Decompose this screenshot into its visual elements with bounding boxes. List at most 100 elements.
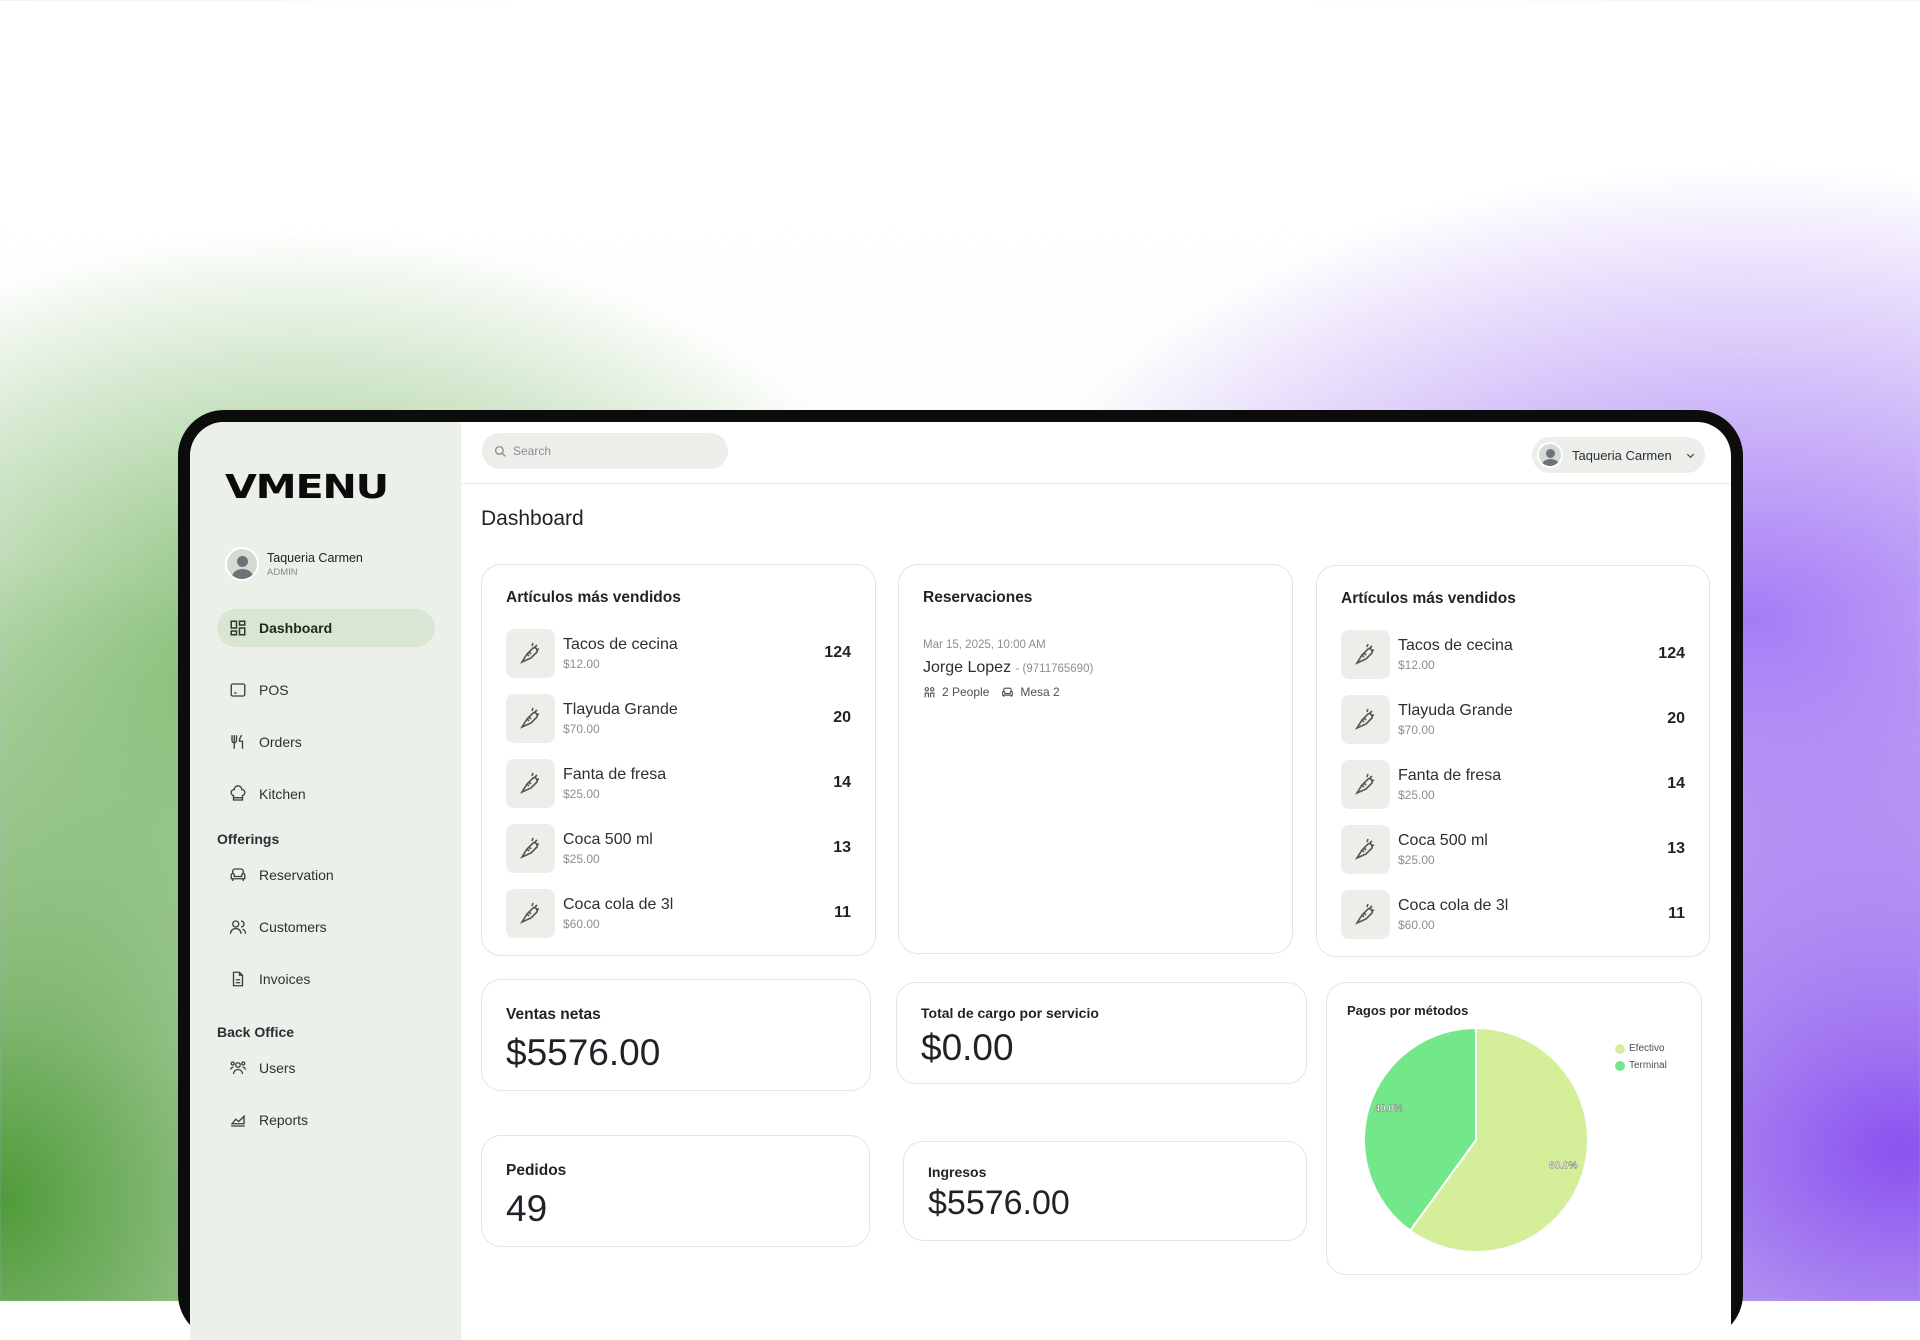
item-name: Tacos de cecina <box>563 635 678 653</box>
sidebar-item-label: Dashboard <box>259 620 333 636</box>
list-item[interactable]: Coca 500 ml $25.00 13 <box>506 822 851 874</box>
legend-swatch-terminal <box>1615 1060 1625 1071</box>
sidebar-profile[interactable]: Taqueria Carmen ADMIN <box>225 547 363 581</box>
user-menu-button[interactable]: Taqueria Carmen <box>1532 437 1705 473</box>
search-icon <box>494 445 506 457</box>
reservation-table: Mesa 2 <box>1020 685 1060 699</box>
sidebar-item-pos[interactable]: POS <box>217 671 435 709</box>
item-name: Tlayuda Grande <box>563 700 678 718</box>
stat-value: 49 <box>506 1188 548 1229</box>
sidebar-item-reservation[interactable]: Reservation <box>217 856 435 894</box>
top-bar: Search Taqueria Carmen <box>461 422 1731 484</box>
carrot-icon <box>1354 838 1374 860</box>
sidebar-item-label: Kitchen <box>259 786 306 802</box>
sidebar-item-reports[interactable]: Reports <box>217 1101 435 1139</box>
stat-card-ventas-netas: Ventas netas $5576.00 <box>481 979 871 1091</box>
item-thumbnail <box>1341 629 1390 679</box>
sidebar-item-orders[interactable]: Orders <box>217 723 435 761</box>
stat-label: Pedidos <box>506 1162 567 1179</box>
item-name: Fanta de fresa <box>563 765 667 783</box>
item-count: 13 <box>1667 840 1685 857</box>
carrot-icon <box>519 772 539 794</box>
reservation-name: Jorge Lopez <box>923 659 1012 676</box>
sidebar-item-label: Reports <box>259 1112 309 1128</box>
stat-value: $5576.00 <box>506 1032 661 1073</box>
list-item[interactable]: Tacos de cecina $12.00 124 <box>506 627 851 679</box>
item-count: 124 <box>824 644 851 661</box>
sidebar: VMENU Taqueria Carmen ADMIN Dashboard PO… <box>190 422 461 1340</box>
item-price: $12.00 <box>563 656 600 671</box>
top-items-card-left: Artículos más vendidos Tacos de cecina $1… <box>481 564 876 956</box>
pie-slice-label: 40.0% <box>1374 1104 1402 1115</box>
search-placeholder: Search <box>513 444 552 458</box>
stat-card-ingresos: Ingresos $5576.00 <box>903 1141 1307 1241</box>
pie-slice-label: 60.0% <box>1549 1160 1577 1171</box>
list-item[interactable]: Tlayuda Grande $70.00 20 <box>1341 693 1685 745</box>
sidebar-item-kitchen[interactable]: Kitchen <box>217 775 435 813</box>
card-title: Artículos más vendidos <box>506 589 681 606</box>
item-thumbnail <box>1341 824 1390 874</box>
carrot-icon <box>1354 773 1374 795</box>
stat-card-pedidos: Pedidos 49 <box>481 1135 870 1247</box>
armchair-icon <box>230 868 246 881</box>
item-price: $60.00 <box>1398 917 1435 932</box>
stat-label: Ventas netas <box>506 1006 601 1023</box>
legend-label: Efectivo <box>1629 1043 1665 1054</box>
sidebar-item-customers[interactable]: Customers <box>217 908 435 946</box>
search-input[interactable]: Search <box>482 433 728 469</box>
avatar <box>225 547 259 581</box>
chart-title: Pagos por métodos <box>1347 1003 1469 1018</box>
list-item[interactable]: Fanta de fresa $25.00 14 <box>506 757 851 809</box>
profile-role: ADMIN <box>267 566 298 578</box>
item-count: 13 <box>833 839 851 856</box>
list-item[interactable]: Coca 500 ml $25.00 13 <box>1341 823 1685 875</box>
item-thumbnail <box>506 693 555 743</box>
list-item[interactable]: Coca cola de 3l $60.00 11 <box>1341 888 1685 940</box>
item-thumbnail <box>506 758 555 808</box>
item-count: 20 <box>833 709 851 726</box>
avatar <box>1537 442 1563 468</box>
list-item[interactable]: Tacos de cecina $12.00 124 <box>1341 628 1685 680</box>
item-thumbnail <box>1341 889 1390 939</box>
item-count: 14 <box>1667 775 1685 792</box>
item-price: $60.00 <box>563 916 600 931</box>
stat-label: Total de cargo por servicio <box>921 1005 1099 1021</box>
sidebar-item-label: Invoices <box>259 971 311 987</box>
card-title: Reservaciones <box>923 589 1033 606</box>
profile-name: Taqueria Carmen <box>267 550 363 565</box>
chef-hat-icon <box>230 785 246 801</box>
list-item[interactable]: Coca cola de 3l $60.00 11 <box>506 887 851 939</box>
item-count: 124 <box>1658 645 1685 662</box>
reservation-people: 2 People <box>942 685 990 699</box>
device-frame: VMENU Taqueria Carmen ADMIN Dashboard PO… <box>178 410 1743 1340</box>
carrot-icon <box>1354 643 1374 665</box>
item-name: Fanta de fresa <box>1398 766 1502 784</box>
top-items-card-right: Artículos más vendidos Tacos de cecina $1… <box>1316 565 1710 957</box>
item-name: Coca 500 ml <box>563 830 653 848</box>
list-item[interactable]: Fanta de fresa $25.00 14 <box>1341 758 1685 810</box>
stat-label: Ingresos <box>928 1164 987 1180</box>
reservation-entry[interactable]: Jorge Lopez - (9711765690) <box>923 659 1093 677</box>
reservation-meta: 2 People Mesa 2 <box>923 685 1060 699</box>
sidebar-item-dashboard[interactable]: Dashboard <box>217 609 435 647</box>
item-price: $25.00 <box>563 786 600 801</box>
sidebar-item-label: Orders <box>259 734 302 750</box>
carrot-icon <box>519 642 539 664</box>
legend-item[interactable]: Terminal <box>1615 1060 1667 1071</box>
legend-item[interactable]: Efectivo <box>1615 1043 1667 1054</box>
people-icon <box>924 686 935 697</box>
item-price: $25.00 <box>563 851 600 866</box>
chevron-down-icon <box>1686 453 1694 458</box>
card-title: Artículos más vendidos <box>1341 590 1516 607</box>
sidebar-item-users[interactable]: Users <box>217 1049 435 1087</box>
carrot-icon <box>519 902 539 924</box>
item-thumbnail <box>1341 694 1390 744</box>
item-thumbnail <box>506 628 555 678</box>
app-logo: VMENU <box>225 467 389 506</box>
payments-chart-card: Pagos por métodos 60.0% 40.0% Efectivo Te… <box>1326 982 1702 1275</box>
item-thumbnail <box>506 823 555 873</box>
carrot-icon <box>1354 903 1374 925</box>
list-item[interactable]: Tlayuda Grande $70.00 20 <box>506 692 851 744</box>
item-count: 20 <box>1667 710 1685 727</box>
sidebar-item-invoices[interactable]: Invoices <box>217 960 435 998</box>
